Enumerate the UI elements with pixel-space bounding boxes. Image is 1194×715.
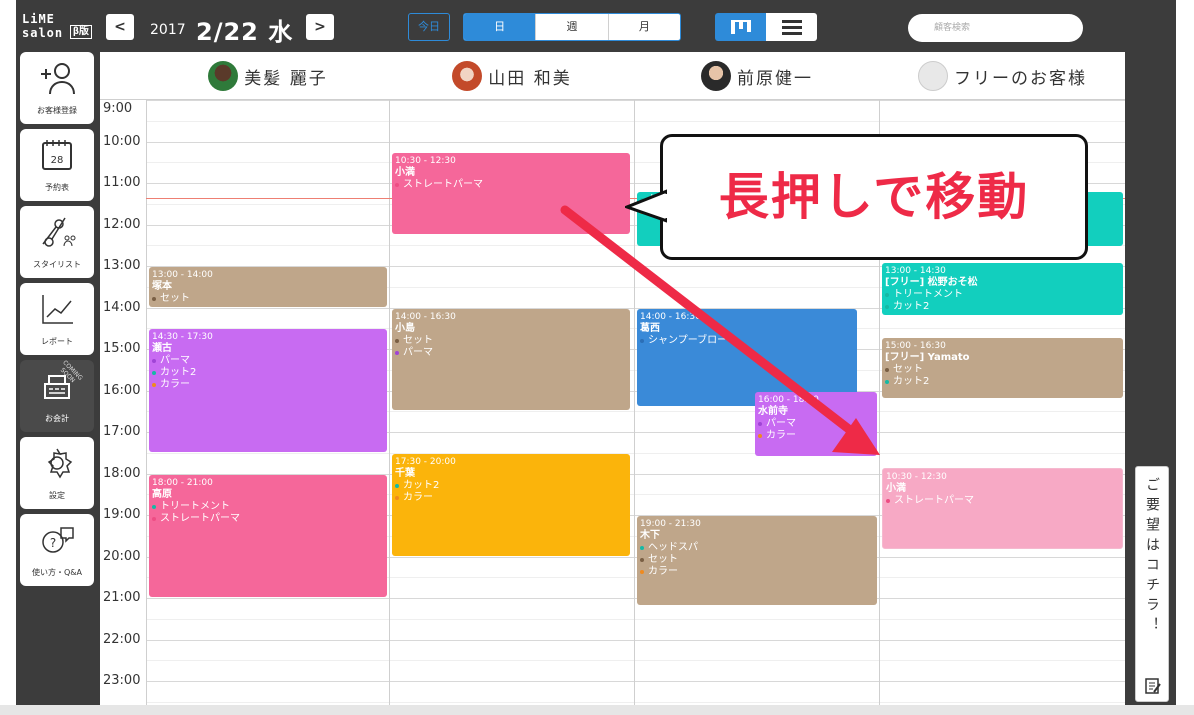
bottom-strip (0, 705, 1194, 715)
app-window: LiME salon β版 < 2017 2/22 水 > 今日 日 週 月 顧… (0, 0, 1194, 715)
callout-text: 長押しで移動 (718, 168, 1030, 226)
instruction-callout: 長押しで移動 (625, 134, 1088, 260)
drag-arrow-overlay (560, 205, 880, 455)
callout-pointer (625, 189, 667, 223)
